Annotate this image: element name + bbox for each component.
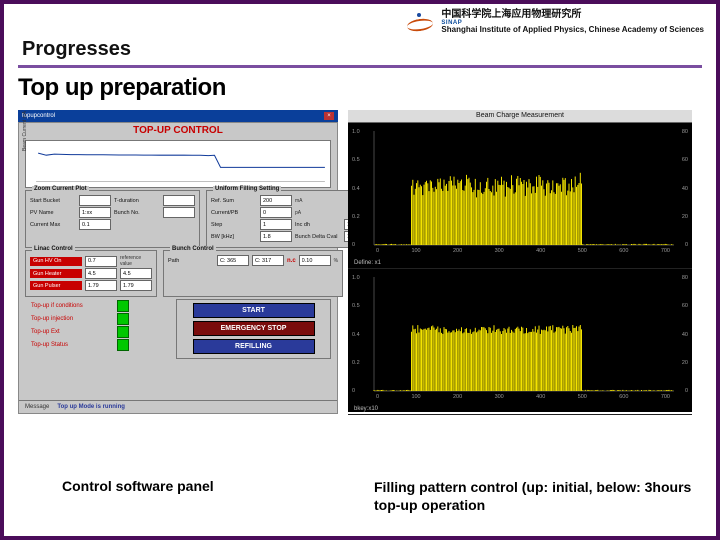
close-icon[interactable]: × — [324, 112, 334, 120]
bw-input[interactable] — [260, 231, 292, 242]
start-bucket-label: Start Bucket — [30, 198, 76, 204]
cmax-label: Current Max — [30, 222, 76, 228]
beam-bot-svg — [348, 269, 692, 414]
linac-r1-v1[interactable] — [120, 268, 152, 279]
curpb-input[interactable] — [260, 207, 292, 218]
linac-r0-v0[interactable] — [85, 256, 117, 267]
linac-r2-v0[interactable] — [85, 280, 117, 291]
beam-chart-top: 1.00.50.40.20 806040200 0100200300400500… — [348, 123, 692, 269]
start-button[interactable]: START — [193, 303, 315, 318]
panel-small-chart-svg — [26, 141, 330, 188]
beam-top-xticks: 0100200300400500600700 — [348, 248, 692, 254]
linac-r1-v0[interactable] — [85, 268, 117, 279]
bunch-group-title: Bunch Control — [170, 246, 216, 252]
status-2: Top-up Ext — [31, 329, 111, 335]
sinap-logo-icon — [407, 13, 433, 31]
panel-small-chart: Beam Current mA — [25, 140, 331, 188]
institute-en: Shanghai Institute of Applied Physics, C… — [441, 26, 704, 35]
bunchnum-label: Bunch No. — [114, 210, 160, 216]
bw-label: BW [kHz] — [211, 234, 257, 240]
beam-chart-bottom: 1.00.50.40.20 806040200 0100200300400500… — [348, 269, 692, 415]
beam-top-caption: Define: x1 — [354, 260, 381, 266]
linac-r2-v1[interactable] — [120, 280, 152, 291]
linac-r2-label: Gun Pulser — [30, 281, 82, 290]
bunch-nc-unit: % — [334, 258, 338, 264]
control-panel-figure: topupcontrol × TOP-UP CONTROL Beam Curre… — [18, 110, 338, 412]
step-input[interactable] — [260, 219, 292, 230]
pvname-label: PV Name — [30, 210, 76, 216]
bunch-nc-input[interactable] — [299, 255, 331, 266]
bunch-group: Bunch Control Path n.c % — [163, 250, 343, 297]
inc-label: Inc dh — [295, 222, 341, 228]
figure-row: topupcontrol × TOP-UP CONTROL Beam Curre… — [4, 110, 716, 412]
bunch-cell-0[interactable] — [217, 255, 249, 266]
zoom-group-title: Zoom Current Plot — [32, 186, 89, 192]
duration-input[interactable] — [163, 195, 195, 206]
refsum-unit: mA — [295, 198, 303, 204]
button-group: START EMERGENCY STOP REFILLING — [176, 299, 331, 359]
window-titlebar: topupcontrol × — [18, 110, 338, 122]
linac-group-title: Linac Control — [32, 246, 75, 252]
refsum-input[interactable] — [260, 195, 292, 206]
message-bar: Message Top up Mode is running — [19, 400, 337, 413]
cmax-input[interactable] — [79, 219, 111, 230]
emergency-stop-button[interactable]: EMERGENCY STOP — [193, 321, 315, 336]
linac-r0-label: Gun HV On — [30, 257, 82, 266]
linac-ref-label: reference value — [120, 255, 152, 267]
beam-bot-xticks: 0100200300400500600700 — [348, 394, 692, 400]
curpb-label: Current/PB — [211, 210, 257, 216]
duration-label: T-duration — [114, 198, 160, 204]
linac-group: Linac Control Gun HV Onreference value G… — [25, 250, 157, 297]
status-led-3 — [117, 339, 129, 351]
beam-charge-figure: Beam Charge Measurement 1.00.50.40.20 80… — [348, 110, 692, 412]
status-3: Top-up Status — [31, 342, 111, 348]
caption-left: Control software panel — [62, 478, 214, 494]
linac-r1-label: Gun Heater — [30, 269, 82, 278]
bunchnum-input[interactable] — [163, 207, 195, 218]
institute-cn: 中国科学院上海应用物理研究所 — [441, 9, 704, 20]
pvname-input[interactable] — [79, 207, 111, 218]
status-0: Top-up if conditions — [31, 303, 111, 309]
section-title: Progresses — [4, 36, 716, 65]
refsum-label: Ref. Sum — [211, 198, 257, 204]
caption-right: Filling pattern control (up: initial, be… — [374, 479, 694, 514]
delta-label: Bunch Delta Cval — [295, 234, 341, 240]
slide-subtitle: Top up preparation — [4, 68, 716, 110]
curpb-unit: pA — [295, 210, 301, 216]
beam-bot-caption: bkey:x10 — [354, 406, 378, 412]
panel-body: TOP-UP CONTROL Beam Current mA Zoom Curr… — [18, 122, 338, 414]
status-1: Top-up injection — [31, 316, 111, 322]
message-value: Top up Mode is running — [57, 404, 125, 410]
status-led-2 — [117, 326, 129, 338]
zoom-group: Zoom Current Plot Start BucketT-duration… — [25, 190, 200, 248]
step-label: Step — [211, 222, 257, 228]
institute-block: 中国科学院上海应用物理研究所 SINAP Shanghai Institute … — [441, 9, 704, 35]
status-led-1 — [117, 313, 129, 325]
bunch-cell-1[interactable] — [252, 255, 284, 266]
bunch-path-label: Path — [168, 258, 214, 264]
filling-group-title: Uniform Filling Setting — [213, 186, 281, 192]
panel-title: TOP-UP CONTROL — [19, 123, 337, 138]
refilling-button[interactable]: REFILLING — [193, 339, 315, 354]
message-label: Message — [25, 404, 49, 410]
slide: 中国科学院上海应用物理研究所 SINAP Shanghai Institute … — [0, 0, 720, 540]
start-bucket-input[interactable] — [79, 195, 111, 206]
beam-top-svg — [348, 123, 692, 268]
slide-header: 中国科学院上海应用物理研究所 SINAP Shanghai Institute … — [4, 4, 716, 36]
beam-chart-title: Beam Charge Measurement — [348, 110, 692, 123]
status-led-0 — [117, 300, 129, 312]
bunch-nc-label: n.c — [287, 258, 296, 264]
